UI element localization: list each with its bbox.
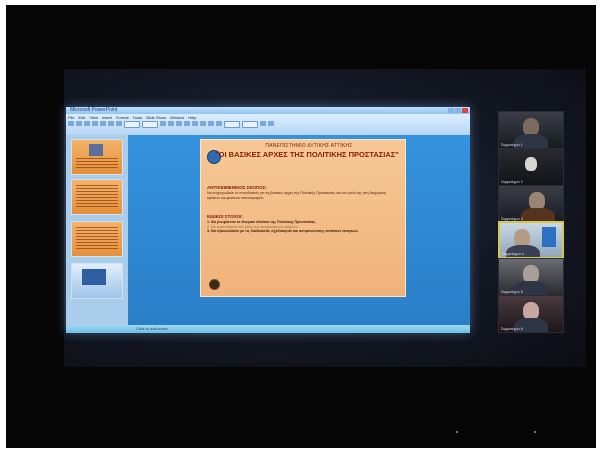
slide-title: "ΟΙ ΒΑΣΙΚΕΣ ΑΡΧΕΣ ΤΗΣ ΠΟΛΙΤΙΚΗΣ ΠΡΟΣΤΑΣΙ…: [215, 150, 399, 159]
design-button[interactable]: [224, 121, 240, 128]
slide-section-heading: ΑΝΤΙΚΕΙΜΕΝΙΚΟΣ ΣΚΟΠΟΣ:: [207, 185, 267, 190]
menu-item-view[interactable]: View: [89, 115, 98, 120]
footer-logo-icon: [209, 279, 220, 290]
slide-thumbnail[interactable]: [71, 221, 123, 257]
presentation-window: Microsoft PowerPoint File Edit View Inse…: [66, 107, 470, 333]
bullets-icon[interactable]: [208, 121, 214, 126]
projection-screen: Microsoft PowerPoint File Edit View Inse…: [64, 69, 586, 367]
participant-name: Συμμετέχων 1: [501, 143, 523, 147]
photo-frame: Microsoft PowerPoint File Edit View Inse…: [6, 5, 596, 448]
align-center-icon[interactable]: [192, 121, 198, 126]
toolbar-buttons: [68, 121, 468, 133]
participant-video-tile[interactable]: Συμμετέχων 6: [498, 295, 564, 333]
thumbnail-text: [76, 158, 118, 168]
paste-icon[interactable]: [116, 121, 122, 126]
slide-thumbnail[interactable]: [71, 263, 123, 299]
thumbnail-image: [89, 144, 103, 156]
font-size-selector[interactable]: [142, 121, 158, 128]
copy-icon[interactable]: [108, 121, 114, 126]
thumbnail-image: [82, 269, 106, 285]
menu-item-slideshow[interactable]: Slide Show: [146, 115, 166, 120]
thumbnail-text: [76, 227, 118, 251]
participant-name: Συμμετέχων 4: [502, 252, 524, 256]
new-icon[interactable]: [68, 121, 74, 126]
font-selector[interactable]: [124, 121, 140, 128]
notes-pane[interactable]: Click to add notes: [66, 325, 470, 333]
open-icon[interactable]: [76, 121, 82, 126]
slide-body-text: Να ενημερωθούν οι σπουδαστές για τις βασ…: [207, 191, 386, 200]
participant-face: [525, 157, 537, 171]
slide-section-heading: ΕΙΔΙΚΟΙ ΣΤΟΧΟΙ:: [207, 214, 243, 219]
print-icon[interactable]: [92, 121, 98, 126]
menu-item-tools[interactable]: Tools: [133, 115, 142, 120]
window-title: Microsoft PowerPoint: [70, 107, 118, 113]
underline-icon[interactable]: [176, 121, 182, 126]
menu-item-format[interactable]: Format: [116, 115, 129, 120]
slide-editing-area: ΠΑΝΕΠΙΣΤΗΜΙΟ ΔΥΤΙΚΗΣ ΑΤΤΙΚΗΣ "ΟΙ ΒΑΣΙΚΕΣ…: [128, 135, 470, 325]
toolbar: File Edit View Insert Format Tools Slide…: [66, 114, 470, 135]
title-bar: Microsoft PowerPoint: [66, 107, 470, 114]
participant-name: Συμμετέχων 5: [501, 290, 523, 294]
slide-thumbnail[interactable]: [71, 139, 123, 175]
new-slide-button[interactable]: [242, 121, 258, 128]
menu-item-file[interactable]: File: [68, 115, 74, 120]
slide-thumbnail-pane: [66, 135, 128, 325]
menu-item-insert[interactable]: Insert: [102, 115, 112, 120]
italic-icon[interactable]: [168, 121, 174, 126]
align-right-icon[interactable]: [200, 121, 206, 126]
cut-icon[interactable]: [100, 121, 106, 126]
participant-video-tile[interactable]: Συμμετέχων 1: [498, 111, 564, 149]
zoom-icon[interactable]: [260, 121, 266, 126]
slide-thumbnail[interactable]: [71, 179, 123, 215]
menu-item-help[interactable]: Help: [188, 115, 196, 120]
bold-icon[interactable]: [160, 121, 166, 126]
background-poster: [542, 227, 556, 247]
participant-video-tile[interactable]: Συμμετέχων 3: [498, 185, 564, 223]
indicator-light: [534, 431, 536, 433]
current-slide[interactable]: ΠΑΝΕΠΙΣΤΗΜΙΟ ΔΥΤΙΚΗΣ ΑΤΤΙΚΗΣ "ΟΙ ΒΑΣΙΚΕΣ…: [200, 139, 406, 297]
participant-name: Συμμετέχων 6: [501, 327, 523, 331]
participant-video-tile[interactable]: Συμμετέχων 5: [498, 258, 564, 296]
minimize-button[interactable]: [448, 108, 454, 113]
slide-header: ΠΑΝΕΠΙΣΤΗΜΙΟ ΔΥΤΙΚΗΣ ΑΤΤΙΚΗΣ: [265, 143, 353, 149]
align-left-icon[interactable]: [184, 121, 190, 126]
save-icon[interactable]: [84, 121, 90, 126]
slide-goals-list: 1. Να γνωρίσουν το θεσμικό πλαίσιο της Π…: [207, 220, 399, 234]
thumbnail-text: [76, 185, 118, 209]
slide-goal-item: 3. Να εξοικειωθούν με τις διαδικασίες σχ…: [207, 229, 359, 234]
help-icon[interactable]: [268, 121, 274, 126]
participant-video-tile[interactable]: Συμμετέχων 2: [498, 148, 564, 186]
menu-item-edit[interactable]: Edit: [78, 115, 85, 120]
notes-placeholder: Click to add notes: [136, 326, 168, 331]
active-speaker-tile[interactable]: Συμμετέχων 4: [498, 221, 564, 259]
menu-item-window[interactable]: Window: [170, 115, 184, 120]
participant-name: Συμμετέχων 2: [501, 180, 523, 184]
menu-bar: File Edit View Insert Format Tools Slide…: [68, 115, 196, 120]
video-participants-panel: Συμμετέχων 1 Συμμετέχων 2 Συμμετέχων 3 Σ…: [498, 107, 564, 333]
numbering-icon[interactable]: [216, 121, 222, 126]
window-controls: [448, 108, 468, 113]
indicator-light: [456, 431, 458, 433]
maximize-button[interactable]: [455, 108, 461, 113]
close-button[interactable]: [462, 108, 468, 113]
